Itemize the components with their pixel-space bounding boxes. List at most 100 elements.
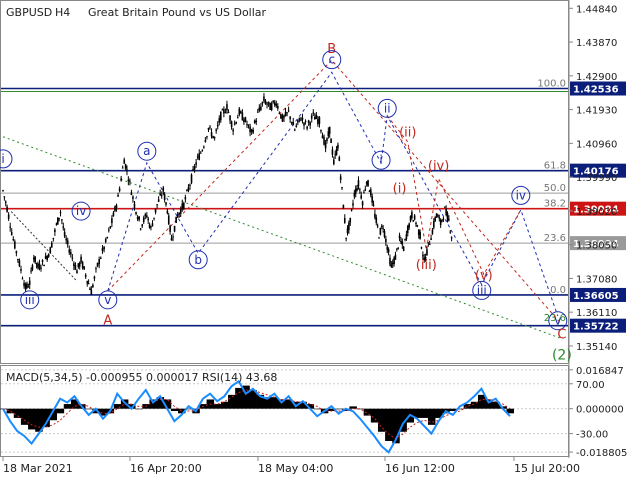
- price-level-value: 1.36605: [573, 291, 619, 302]
- candle-body: [21, 278, 24, 280]
- candle-body: [337, 144, 339, 149]
- y-tick-label: 1.42900: [576, 72, 617, 83]
- macd-histogram-bar: [13, 408, 22, 418]
- candle-body: [383, 231, 386, 237]
- candle-body: [93, 276, 96, 279]
- candle-body: [318, 117, 321, 124]
- candle-body: [364, 189, 367, 191]
- candle-body: [281, 115, 284, 122]
- candle-body: [199, 152, 202, 154]
- candle-body: [4, 201, 7, 204]
- indicator-y-tick-label: -0.018805: [576, 448, 627, 459]
- macd-histogram-bar: [228, 394, 236, 409]
- chart-header-symbol: GBPUSD: [6, 6, 52, 19]
- candle-body: [391, 262, 394, 265]
- candle-body: [449, 231, 452, 233]
- candle-body: [109, 226, 112, 229]
- candle-body: [416, 225, 419, 227]
- candle-body: [261, 101, 264, 104]
- wave-label: A: [103, 314, 112, 329]
- candle-body: [446, 213, 449, 222]
- candle-body: [47, 254, 50, 257]
- wave-label: i: [379, 153, 382, 167]
- candle-body: [247, 124, 250, 126]
- candle-body: [31, 265, 34, 270]
- candle-body: [321, 135, 324, 139]
- x-tick-label: 15 Jul 20:00: [514, 462, 580, 475]
- chart-canvas[interactable]: 1.425361.401761.390841.380941.366051.357…: [0, 0, 640, 480]
- candle-body: [406, 226, 409, 234]
- candle-body: [70, 252, 72, 255]
- candle-body: [127, 179, 130, 182]
- candle-body: [249, 126, 251, 133]
- candle-body: [357, 180, 360, 187]
- candle-body: [258, 107, 261, 111]
- candle-body: [204, 139, 207, 142]
- fib-level-label: 23.6: [544, 233, 566, 244]
- y-tick-label: 1.38050: [576, 241, 617, 252]
- indicator-header-label: MACD(5,34,5) -0.000955 0.000017 RSI(14) …: [6, 371, 277, 384]
- candle-body: [178, 212, 180, 215]
- candle-body: [176, 214, 179, 218]
- candle-body: [363, 192, 365, 194]
- candle-body: [386, 246, 389, 250]
- candle-body: [136, 217, 139, 219]
- candle-body: [382, 228, 384, 230]
- candle-body: [66, 240, 69, 245]
- wave-label: i: [1, 152, 4, 166]
- candle-body: [34, 256, 36, 263]
- candle-body: [33, 257, 35, 260]
- candle-body: [210, 132, 213, 137]
- candle-body: [250, 129, 253, 132]
- candle-body: [2, 190, 4, 192]
- candle-body: [264, 100, 267, 105]
- candle-body: [139, 228, 142, 230]
- candle-body: [367, 180, 369, 187]
- candle-body: [411, 211, 413, 219]
- candle-body: [434, 217, 436, 221]
- candle-body: [394, 254, 397, 260]
- candle-body: [255, 120, 258, 123]
- candle-body: [162, 187, 165, 192]
- wave-label: b: [194, 253, 202, 267]
- candle-body: [118, 188, 121, 192]
- candle-body: [236, 117, 239, 119]
- x-tick-label: 16 Apr 20:00: [130, 462, 202, 475]
- candle-body: [442, 218, 445, 220]
- candle-body: [306, 126, 308, 129]
- fib-level-label: 50.0: [544, 183, 566, 194]
- candle-body: [198, 153, 201, 160]
- candle-body: [343, 218, 346, 224]
- candle-body: [124, 164, 127, 169]
- candle-body: [51, 242, 53, 248]
- candle-body: [193, 166, 196, 170]
- candle-body: [58, 217, 60, 219]
- candle-body: [121, 167, 124, 169]
- wave-label: C: [557, 328, 566, 343]
- candle-body: [6, 206, 8, 212]
- macd-histogram-bar: [170, 408, 179, 411]
- candle-body: [390, 264, 393, 267]
- candle-body: [89, 288, 91, 290]
- candle-body: [218, 118, 221, 123]
- candle-body: [409, 216, 412, 222]
- candle-body: [159, 193, 161, 196]
- candle-body: [92, 284, 94, 288]
- candle-body: [151, 223, 154, 227]
- candle-body: [150, 226, 152, 228]
- candle-body: [307, 120, 310, 123]
- candle-body: [300, 119, 302, 121]
- candle-body: [37, 264, 39, 268]
- macd-histogram-bar: [235, 387, 243, 409]
- candle-body: [448, 218, 450, 221]
- candle-body: [35, 263, 38, 265]
- indicator-y-tick-label: 0.016847: [576, 366, 624, 377]
- candle-body: [23, 282, 25, 287]
- candle-body: [275, 103, 278, 106]
- candle-body: [317, 119, 319, 125]
- candle-body: [298, 117, 301, 120]
- candle-body: [7, 214, 10, 219]
- candle-body: [103, 246, 105, 250]
- candle-body: [314, 117, 316, 120]
- macd-histogram-bar: [56, 408, 65, 414]
